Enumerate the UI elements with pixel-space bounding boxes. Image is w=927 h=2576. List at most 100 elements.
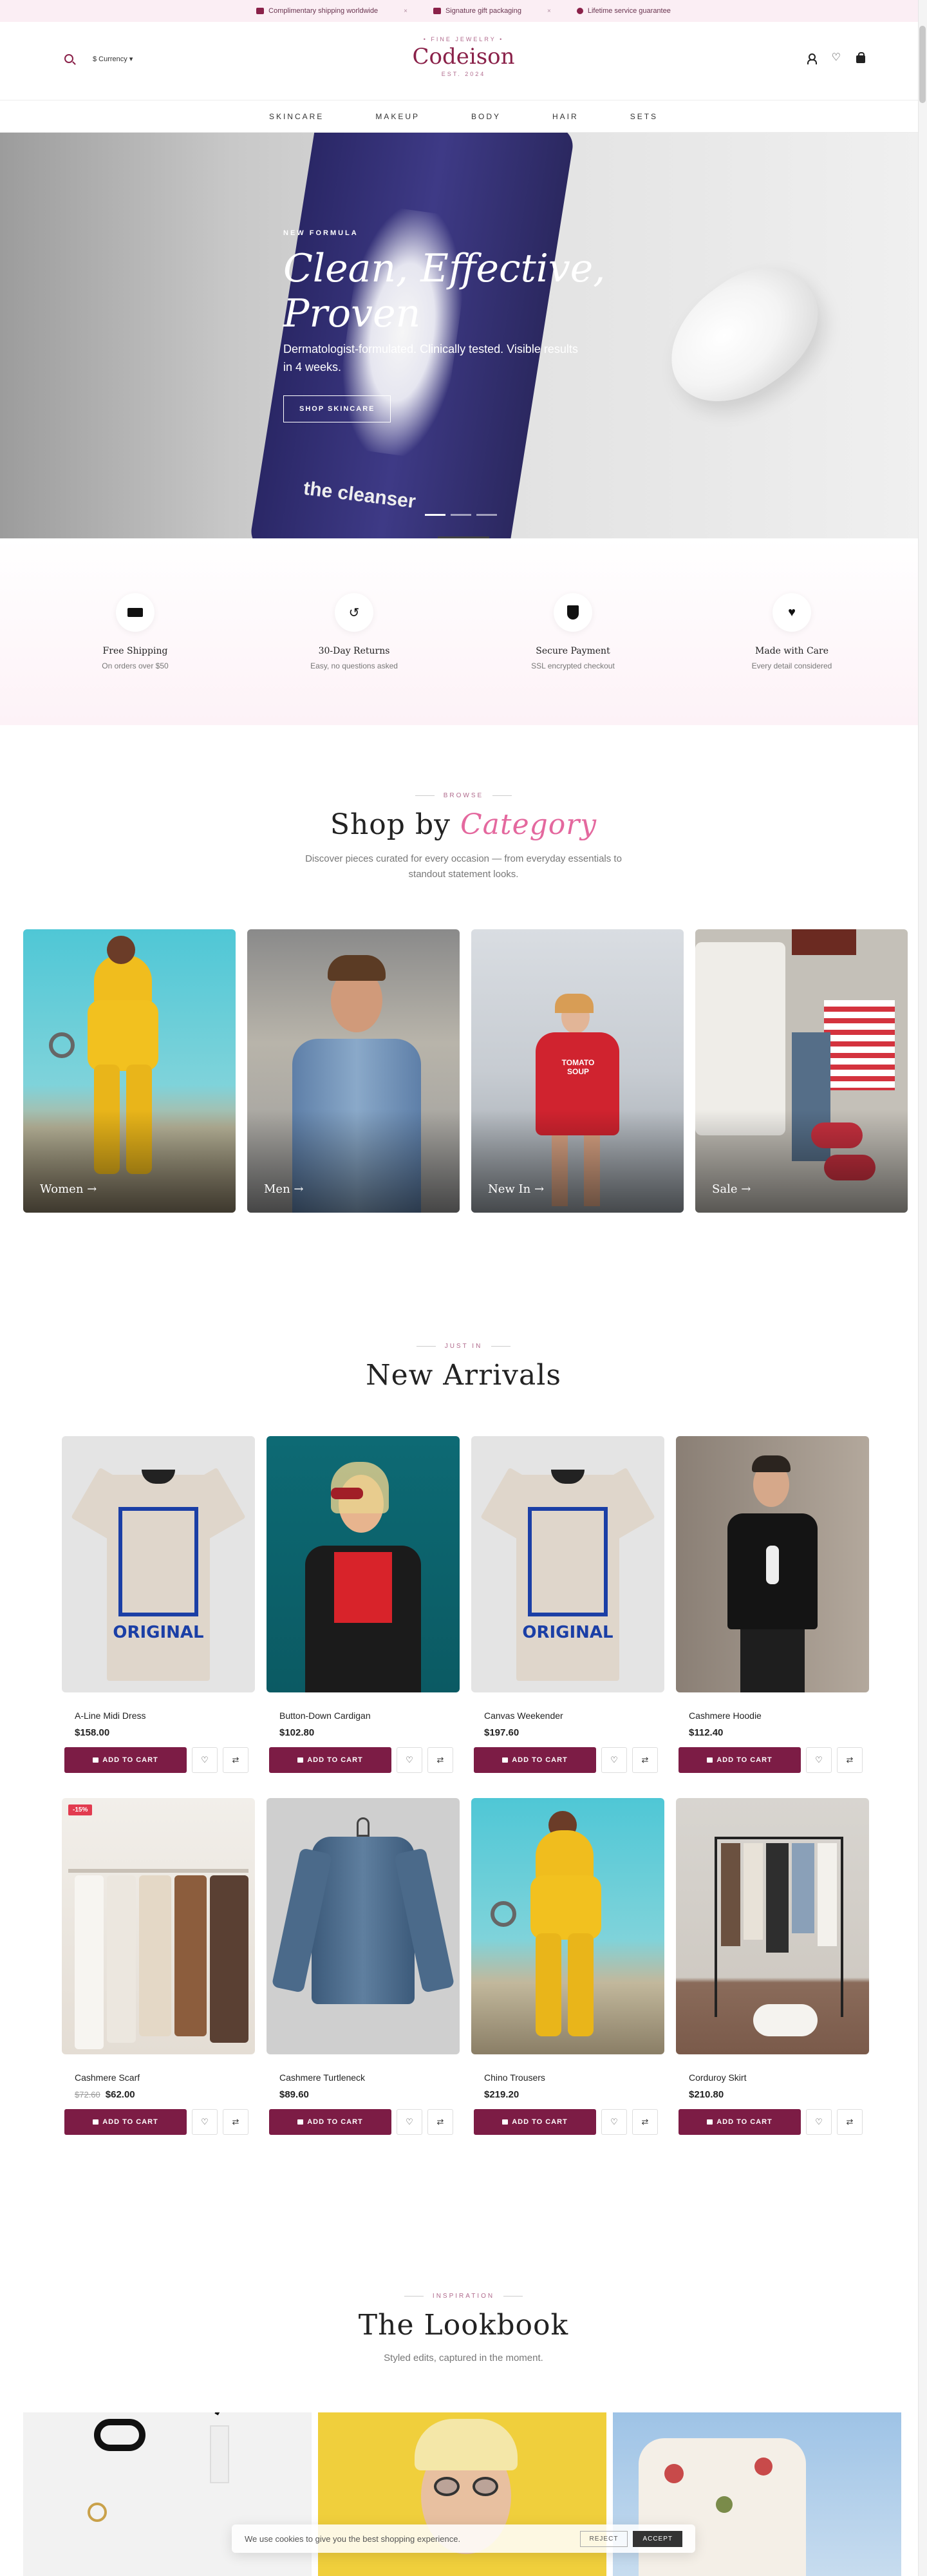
account-icon[interactable] [806, 53, 817, 64]
product-name[interactable]: Canvas Weekender [484, 1710, 664, 1721]
nav-body[interactable]: BODY [471, 112, 501, 121]
button-label: ADD TO CART [102, 1756, 158, 1764]
product-name[interactable]: Chino Trousers [484, 2072, 664, 2083]
add-to-cart-button[interactable]: ADD TO CART [64, 1747, 187, 1773]
product-name[interactable]: Cashmere Scarf [75, 2072, 255, 2083]
add-to-cart-button[interactable]: ADD TO CART [269, 1747, 391, 1773]
product-name[interactable]: A-Line Midi Dress [75, 1710, 255, 1721]
logo[interactable]: • FINE JEWELRY • Codeison EST. 2024 [0, 36, 927, 77]
product-card: Cashmere Hoodie $112.40 ADD TO CART ♡ ⇄ [676, 1436, 869, 1773]
wishlist-icon[interactable]: ♡ [192, 1747, 218, 1773]
logo-tagline: • FINE JEWELRY • [423, 36, 504, 43]
announce-text: Lifetime service guarantee [587, 7, 671, 15]
product-price: $112.40 [689, 1727, 869, 1738]
nav-skincare[interactable]: SKINCARE [269, 112, 324, 121]
product-card: Corduroy Skirt $210.80 ADD TO CART ♡ ⇄ [676, 1798, 869, 2135]
add-to-cart-button[interactable]: ADD TO CART [474, 1747, 596, 1773]
feature-sub: Easy, no questions asked [310, 661, 398, 670]
wishlist-icon[interactable]: ♡ [806, 2109, 832, 2135]
nav-hair[interactable]: HAIR [552, 112, 579, 121]
product-image[interactable] [267, 1436, 460, 1692]
button-label: ADD TO CART [102, 2118, 158, 2126]
feature-sub: SSL encrypted checkout [531, 661, 615, 670]
price: $210.80 [689, 2089, 724, 2100]
add-to-cart-button[interactable]: ADD TO CART [679, 2109, 801, 2135]
add-to-cart-button[interactable]: ADD TO CART [474, 2109, 596, 2135]
category-label: Women → [40, 1182, 97, 1196]
compare-icon[interactable]: ⇄ [427, 1747, 453, 1773]
section-eyebrow: INSPIRATION [0, 2293, 927, 2300]
button-label: ADD TO CART [512, 2118, 568, 2126]
category-sale[interactable]: Sale → [695, 929, 908, 1213]
product-image[interactable]: ORIGINAL [62, 1436, 255, 1692]
category-label: Men → [264, 1182, 304, 1196]
compare-icon[interactable]: ⇄ [223, 2109, 248, 2135]
wishlist-icon[interactable]: ♡ [397, 1747, 422, 1773]
compare-icon[interactable]: ⇄ [837, 1747, 863, 1773]
nav-makeup[interactable]: MAKEUP [375, 112, 420, 121]
scrollbar-thumb[interactable] [919, 26, 926, 103]
add-to-cart-button[interactable]: ADD TO CART [679, 1747, 801, 1773]
wishlist-icon[interactable]: ♡ [192, 2109, 218, 2135]
product-image[interactable] [267, 1798, 460, 2054]
slider-dots [425, 514, 497, 516]
price: $89.60 [279, 2089, 309, 2100]
announce-text: Complimentary shipping worldwide [268, 7, 379, 15]
feature-item: ↺ 30-Day Returns Easy, no questions aske… [258, 593, 451, 670]
compare-icon[interactable]: ⇄ [223, 1747, 248, 1773]
reject-cookies-button[interactable]: REJECT [579, 2530, 628, 2547]
wishlist-icon[interactable]: ♡ [806, 1747, 832, 1773]
price: $158.00 [75, 1727, 110, 1738]
cart-icon[interactable] [856, 52, 865, 63]
product-image[interactable]: -15% [62, 1798, 255, 2054]
product-card: Chino Trousers $219.20 ADD TO CART ♡ ⇄ [471, 1798, 664, 2135]
old-price: $72.60 [75, 2090, 100, 2099]
main-nav: SKINCARE MAKEUP BODY HAIR SETS [0, 100, 927, 133]
product-image[interactable] [471, 1798, 664, 2054]
wishlist-icon[interactable]: ♡ [832, 53, 841, 63]
product-image[interactable]: ORIGINAL [471, 1436, 664, 1692]
compare-icon[interactable]: ⇄ [427, 2109, 453, 2135]
product-image[interactable] [676, 1798, 869, 2054]
cookie-text: We use cookies to give you the best shop… [245, 2533, 461, 2544]
slide-progress [438, 536, 489, 538]
feature-title: Secure Payment [536, 646, 610, 656]
category-new-in[interactable]: TOMATO SOUP New In → [471, 929, 684, 1213]
compare-icon[interactable]: ⇄ [837, 2109, 863, 2135]
price: $219.20 [484, 2089, 520, 2100]
product-name[interactable]: Button-Down Cardigan [279, 1710, 460, 1721]
slide-dot[interactable] [425, 514, 445, 516]
compare-icon[interactable]: ⇄ [632, 2109, 658, 2135]
add-to-cart-button[interactable]: ADD TO CART [269, 2109, 391, 2135]
wishlist-icon[interactable]: ♡ [601, 1747, 627, 1773]
category-header: BROWSE Shop by Category Discover pieces … [0, 792, 927, 882]
category-men[interactable]: Men → [247, 929, 460, 1213]
compare-icon[interactable]: ⇄ [632, 1747, 658, 1773]
feature-item: Free Shipping On orders over $50 [39, 593, 232, 670]
accept-cookies-button[interactable]: ACCEPT [633, 2530, 682, 2547]
announcement-bar: Complimentary shipping worldwide × Signa… [0, 0, 927, 22]
section-title: The Lookbook [358, 2309, 569, 2342]
button-label: ADD TO CART [307, 1756, 363, 1764]
slide-dot[interactable] [476, 514, 497, 516]
nav-sets[interactable]: SETS [630, 112, 658, 121]
wishlist-icon[interactable]: ♡ [397, 2109, 422, 2135]
category-women[interactable]: Women → [23, 929, 236, 1213]
product-name[interactable]: Corduroy Skirt [689, 2072, 869, 2083]
price: $197.60 [484, 1727, 520, 1738]
product-name[interactable]: Cashmere Turtleneck [279, 2072, 460, 2083]
scrollbar[interactable] [918, 0, 927, 2576]
product-image[interactable] [676, 1436, 869, 1692]
bag-icon [502, 2119, 509, 2125]
slide-dot[interactable] [451, 514, 471, 516]
bag-icon [707, 1757, 713, 1763]
product-card: ORIGINAL Canvas Weekender $197.60 ADD TO… [471, 1436, 664, 1773]
wishlist-icon[interactable]: ♡ [601, 2109, 627, 2135]
feature-sub: Every detail considered [751, 661, 832, 670]
add-to-cart-button[interactable]: ADD TO CART [64, 2109, 187, 2135]
bag-icon [502, 1757, 509, 1763]
product-name[interactable]: Cashmere Hoodie [689, 1710, 869, 1721]
product-card: ORIGINAL A-Line Midi Dress $158.00 ADD T… [62, 1436, 255, 1773]
shop-skincare-button[interactable]: SHOP SKINCARE [283, 395, 391, 422]
bag-icon [297, 1757, 304, 1763]
